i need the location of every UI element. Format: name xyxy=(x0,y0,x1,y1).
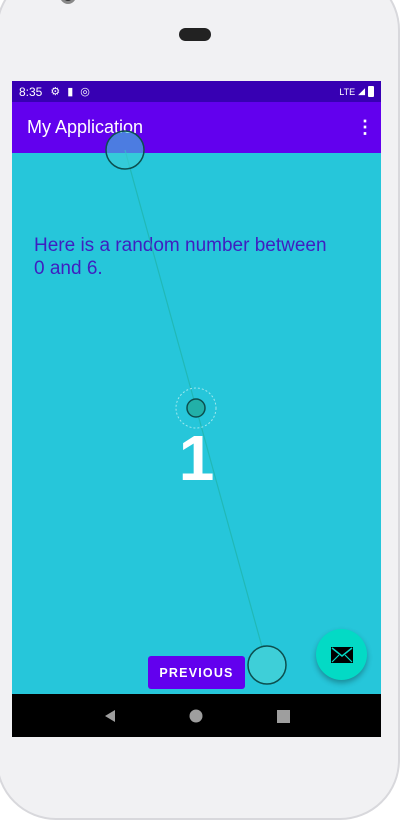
nav-bar xyxy=(12,694,381,737)
network-type: LTE xyxy=(339,86,356,97)
app-bar: My Application ⋮ xyxy=(12,102,381,153)
sensor xyxy=(179,28,211,41)
battery-icon xyxy=(368,86,374,97)
status-bar: 8:35 ⚙ ▮ ◎ LTE ◢ xyxy=(12,81,381,102)
screen: 8:35 ⚙ ▮ ◎ LTE ◢ My Application ⋮ Here i… xyxy=(12,81,381,737)
status-time: 8:35 xyxy=(19,84,43,99)
gear-icon: ⚙ xyxy=(50,86,61,98)
app-title: My Application xyxy=(27,117,144,137)
home-icon[interactable] xyxy=(189,709,203,723)
random-number: 1 xyxy=(178,422,215,494)
data-saver-icon: ◎ xyxy=(80,86,90,98)
more-vert-icon[interactable]: ⋮ xyxy=(355,117,375,138)
back-icon[interactable] xyxy=(103,709,117,723)
camera xyxy=(60,0,76,4)
email-icon xyxy=(330,646,353,663)
sd-card-icon: ▮ xyxy=(67,86,74,98)
random-message: Here is a random number between 0 and 6. xyxy=(34,235,327,279)
recents-icon[interactable] xyxy=(276,709,290,723)
signal-icon: ◢ xyxy=(358,86,365,96)
email-fab[interactable] xyxy=(316,629,367,680)
previous-button[interactable]: PREVIOUS xyxy=(148,656,245,689)
